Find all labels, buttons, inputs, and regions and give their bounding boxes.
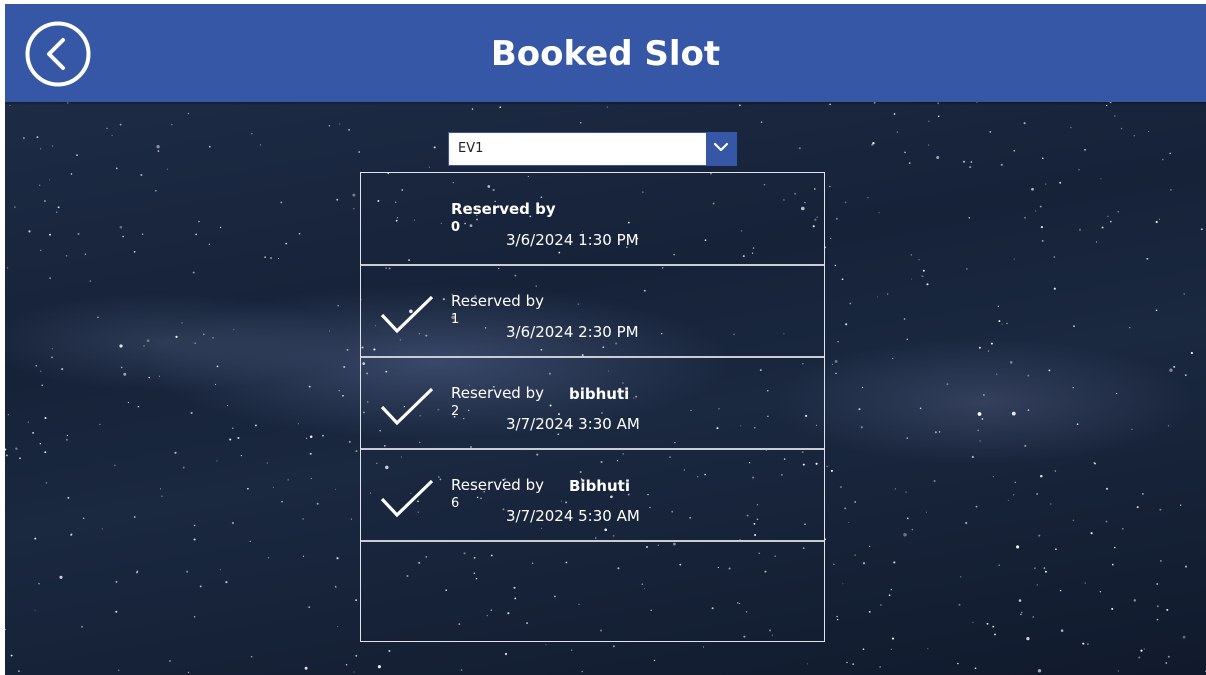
page-title: Booked Slot bbox=[490, 34, 721, 74]
station-dropdown[interactable]: EV1 bbox=[448, 132, 737, 166]
header-shadow bbox=[5, 102, 1206, 105]
slot-number: 1 bbox=[451, 312, 460, 327]
slot-time: 3/7/2024 5:30 AM bbox=[506, 507, 640, 525]
reserved-by-label: Reserved by bbox=[451, 292, 544, 310]
dropdown-chevron-button[interactable] bbox=[706, 133, 736, 165]
reserved-by-label: Reserved by bbox=[451, 476, 544, 494]
slot-number: 6 bbox=[451, 496, 460, 511]
checkmark-icon bbox=[380, 387, 434, 426]
slot-row[interactable]: Reserved by 1 3/6/2024 2:30 PM bbox=[361, 265, 824, 358]
slot-number: 2 bbox=[451, 404, 460, 419]
chevron-down-icon bbox=[713, 142, 729, 152]
header-bar: Booked Slot bbox=[5, 4, 1206, 102]
checkmark-icon bbox=[380, 479, 434, 518]
station-dropdown-value: EV1 bbox=[458, 141, 484, 156]
reserved-by-label: Reserved by bbox=[451, 384, 544, 402]
slot-number: 0 bbox=[451, 220, 461, 235]
reserved-by-user: Bibhuti bbox=[569, 477, 630, 495]
back-arrow-circle-icon bbox=[25, 21, 91, 87]
slot-time: 3/6/2024 2:30 PM bbox=[506, 323, 639, 341]
reserved-by-user: bibhuti bbox=[569, 385, 630, 403]
app-screen: Booked Slot EV1 Reserved by 0 3/6/2024 1… bbox=[5, 4, 1206, 675]
back-button[interactable] bbox=[25, 21, 91, 87]
slot-time: 3/6/2024 1:30 PM bbox=[506, 231, 639, 249]
row-separator bbox=[361, 540, 824, 542]
slot-row[interactable]: Reserved by Bibhuti 6 3/7/2024 5:30 AM bbox=[361, 449, 824, 542]
booked-slots-gallery: Reserved by 0 3/6/2024 1:30 PM Reserved … bbox=[360, 172, 825, 642]
slot-time: 3/7/2024 3:30 AM bbox=[506, 415, 640, 433]
reserved-by-label: Reserved by bbox=[451, 200, 556, 218]
slot-row[interactable]: Reserved by bibhuti 2 3/7/2024 3:30 AM bbox=[361, 357, 824, 450]
checkmark-icon bbox=[380, 295, 434, 334]
slot-row[interactable]: Reserved by 0 3/6/2024 1:30 PM bbox=[361, 173, 824, 266]
